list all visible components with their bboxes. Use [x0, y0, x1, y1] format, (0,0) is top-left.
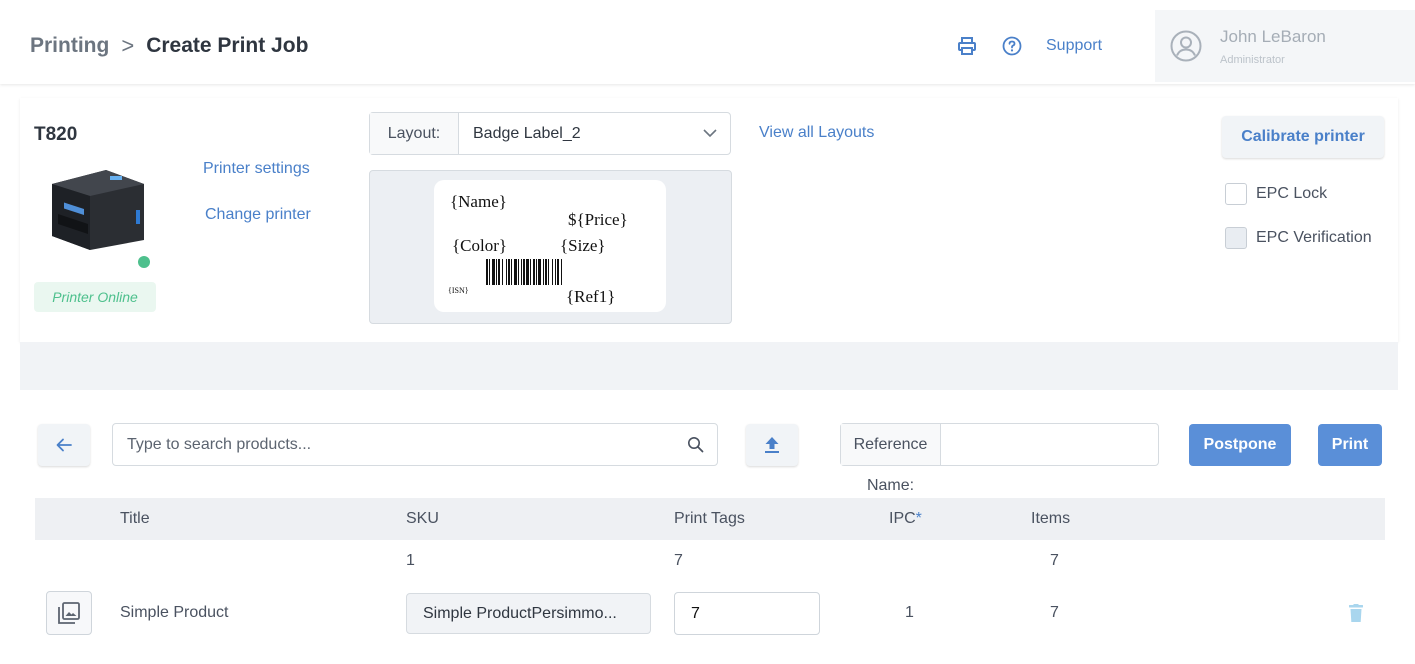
barcode-bar	[538, 259, 541, 285]
barcode-bar	[506, 259, 507, 285]
image-placeholder-icon	[58, 602, 80, 624]
barcode-bar	[555, 259, 556, 285]
breadcrumb-printing[interactable]: Printing	[30, 34, 109, 58]
barcode-bar	[511, 259, 512, 285]
barcode-bar	[523, 259, 525, 285]
epc-verification-label[interactable]: EPC Verification	[1256, 229, 1372, 247]
breadcrumb: Printing > Create Print Job	[30, 33, 308, 59]
ipc-label: IPC	[889, 510, 916, 527]
column-print-tags[interactable]: Print Tags	[674, 510, 745, 528]
barcode-bar	[496, 259, 497, 285]
barcode-bar	[533, 259, 535, 285]
row-title: Simple Product	[120, 604, 229, 621]
reference-name-input[interactable]	[941, 424, 1158, 465]
barcode-bar	[514, 259, 517, 285]
back-button[interactable]	[38, 424, 90, 466]
barcode-bar	[498, 259, 500, 285]
epc-lock-label[interactable]: EPC Lock	[1256, 185, 1327, 203]
chevron-down-icon[interactable]	[690, 113, 730, 154]
column-sku[interactable]: SKU	[406, 510, 439, 528]
user-role: Administrator	[1220, 54, 1285, 66]
printer-model: T820	[34, 124, 78, 145]
search-input[interactable]	[127, 424, 667, 465]
printer-icon[interactable]	[957, 36, 977, 56]
reference-name-group: Reference Name:	[840, 423, 1159, 494]
barcode	[486, 259, 562, 285]
arrow-left-icon	[56, 438, 72, 452]
layout-value[interactable]: Badge Label_2	[459, 113, 690, 154]
product-search[interactable]	[112, 423, 718, 466]
upload-button[interactable]	[746, 424, 798, 466]
label-size-field: {Size}	[560, 236, 606, 255]
row-sku[interactable]: Simple ProductPersimmo...	[406, 593, 651, 634]
trash-icon[interactable]	[1349, 604, 1363, 622]
barcode-bar	[492, 259, 495, 285]
label-preview: {Name} ${Price} {Color} {Size} {ISN} {Re…	[434, 180, 666, 312]
barcode-bar	[521, 259, 522, 285]
online-status-dot	[138, 256, 150, 268]
barcode-bar	[545, 259, 547, 285]
barcode-bar	[486, 259, 488, 285]
user-avatar-icon[interactable]	[1170, 30, 1202, 62]
column-title[interactable]: Title	[120, 510, 150, 528]
barcode-bar	[557, 259, 559, 285]
label-isn-field: {ISN}	[448, 286, 469, 295]
calibrate-printer-button[interactable]: Calibrate printer	[1222, 116, 1384, 158]
label-price-field: ${Price}	[568, 210, 628, 229]
label-name-field: {Name}	[450, 192, 507, 211]
barcode-bar	[518, 259, 519, 285]
print-button[interactable]: Print	[1318, 424, 1382, 466]
printer-status-badge: Printer Online	[34, 282, 156, 312]
help-icon[interactable]	[1002, 36, 1022, 56]
user-name: John LeBaron	[1220, 27, 1326, 46]
barcode-bar	[543, 259, 544, 285]
printer-settings-link[interactable]: Printer settings	[203, 160, 310, 178]
row-items: 7	[1050, 604, 1059, 621]
row-ipc: 1	[905, 604, 914, 621]
layout-label: Layout:	[370, 113, 459, 154]
epc-lock-checkbox[interactable]	[1225, 183, 1247, 205]
required-marker: *	[915, 510, 922, 527]
print-tags-input[interactable]	[674, 592, 820, 635]
barcode-bar	[561, 259, 562, 285]
barcode-bar	[552, 259, 553, 285]
barcode-bar	[502, 259, 503, 285]
label-color-field: {Color}	[452, 236, 508, 255]
view-all-layouts-link[interactable]: View all Layouts	[759, 124, 874, 142]
change-printer-link[interactable]: Change printer	[205, 206, 311, 224]
breadcrumb-separator: >	[121, 33, 135, 58]
total-sku: 1	[406, 552, 415, 569]
postpone-button[interactable]: Postpone	[1189, 424, 1291, 466]
total-items: 7	[1050, 552, 1059, 569]
search-icon[interactable]	[687, 436, 704, 453]
barcode-bar	[548, 259, 549, 285]
column-items[interactable]: Items	[1031, 510, 1070, 528]
support-link[interactable]: Support	[1046, 37, 1102, 55]
total-print-tags: 7	[674, 552, 683, 569]
printer-image	[52, 170, 144, 250]
barcode-bar	[508, 259, 510, 285]
product-thumbnail[interactable]	[46, 591, 92, 635]
section-divider	[20, 342, 1398, 390]
upload-icon	[765, 437, 779, 453]
epc-verification-checkbox[interactable]	[1225, 227, 1247, 249]
layout-select[interactable]: Layout: Badge Label_2	[369, 112, 731, 155]
reference-name-label: Reference Name:	[841, 424, 941, 494]
label-ref-field: {Ref1}	[566, 287, 616, 306]
barcode-bar	[530, 259, 531, 285]
page-title: Create Print Job	[146, 34, 309, 57]
column-ipc[interactable]: IPC*	[889, 510, 922, 528]
barcode-bar	[536, 259, 537, 285]
barcode-bar	[526, 259, 529, 285]
barcode-bar	[489, 259, 490, 285]
